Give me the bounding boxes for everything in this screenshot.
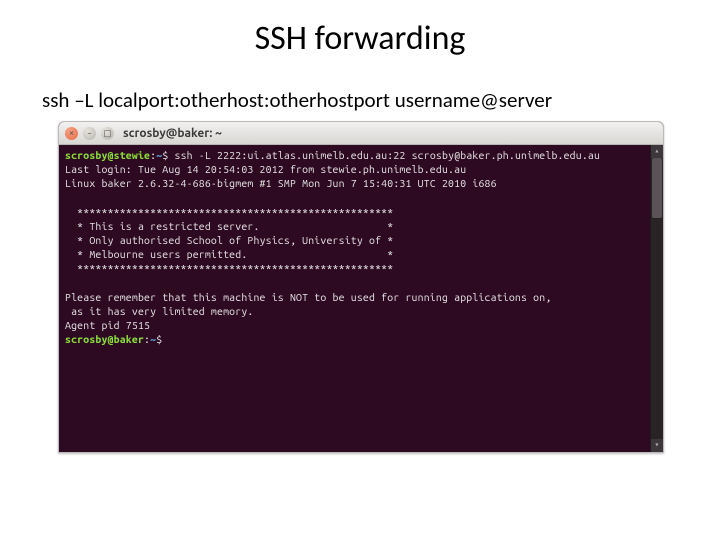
- blank-line: [65, 276, 657, 290]
- terminal-line: Last login: Tue Aug 14 20:54:03 2012 fro…: [65, 162, 657, 176]
- prompt-user: scrosby@baker: [65, 333, 144, 345]
- blank-line: [65, 191, 657, 205]
- terminal-window: × – ▢ scrosby@baker: ~ scrosby@stewie:~$…: [58, 121, 664, 453]
- motd-border: ****************************************…: [65, 205, 657, 219]
- terminal-line: Please remember that this machine is NOT…: [65, 290, 657, 304]
- slide: SSH forwarding ssh –L localport:otherhos…: [0, 18, 720, 540]
- ssh-command-text: ssh –L localport:otherhost:otherhostport…: [42, 87, 678, 113]
- terminal-line: scrosby@stewie:~$ ssh -L 2222:ui.atlas.u…: [65, 148, 657, 162]
- terminal-line: Agent pid 7515: [65, 318, 657, 332]
- close-icon[interactable]: ×: [65, 127, 78, 140]
- motd-line: * This is a restricted server. *: [65, 219, 657, 233]
- motd-line: * Only authorised School of Physics, Uni…: [65, 233, 657, 247]
- scroll-thumb[interactable]: [652, 158, 662, 218]
- scroll-down-icon[interactable]: ▾: [651, 439, 663, 452]
- motd-line: * Melbourne users permitted. *: [65, 247, 657, 261]
- scroll-up-icon[interactable]: ▴: [651, 145, 663, 158]
- entered-command: ssh -L 2222:ui.atlas.unimelb.edu.au:22 s…: [174, 149, 600, 161]
- window-titlebar[interactable]: × – ▢ scrosby@baker: ~: [59, 122, 663, 145]
- motd-border: ****************************************…: [65, 261, 657, 275]
- slide-title: SSH forwarding: [0, 18, 720, 59]
- terminal-scrollbar[interactable]: ▴ ▾: [650, 145, 663, 452]
- prompt-user: scrosby@stewie: [65, 149, 150, 161]
- terminal-line: Linux baker 2.6.32-4-686-bigmem #1 SMP M…: [65, 176, 657, 190]
- window-title: scrosby@baker: ~: [123, 127, 657, 140]
- minimize-icon[interactable]: –: [83, 127, 96, 140]
- maximize-icon[interactable]: ▢: [101, 127, 114, 140]
- terminal-body[interactable]: scrosby@stewie:~$ ssh -L 2222:ui.atlas.u…: [59, 145, 663, 452]
- terminal-prompt: scrosby@baker:~$: [65, 332, 657, 346]
- terminal-line: as it has very limited memory.: [65, 304, 657, 318]
